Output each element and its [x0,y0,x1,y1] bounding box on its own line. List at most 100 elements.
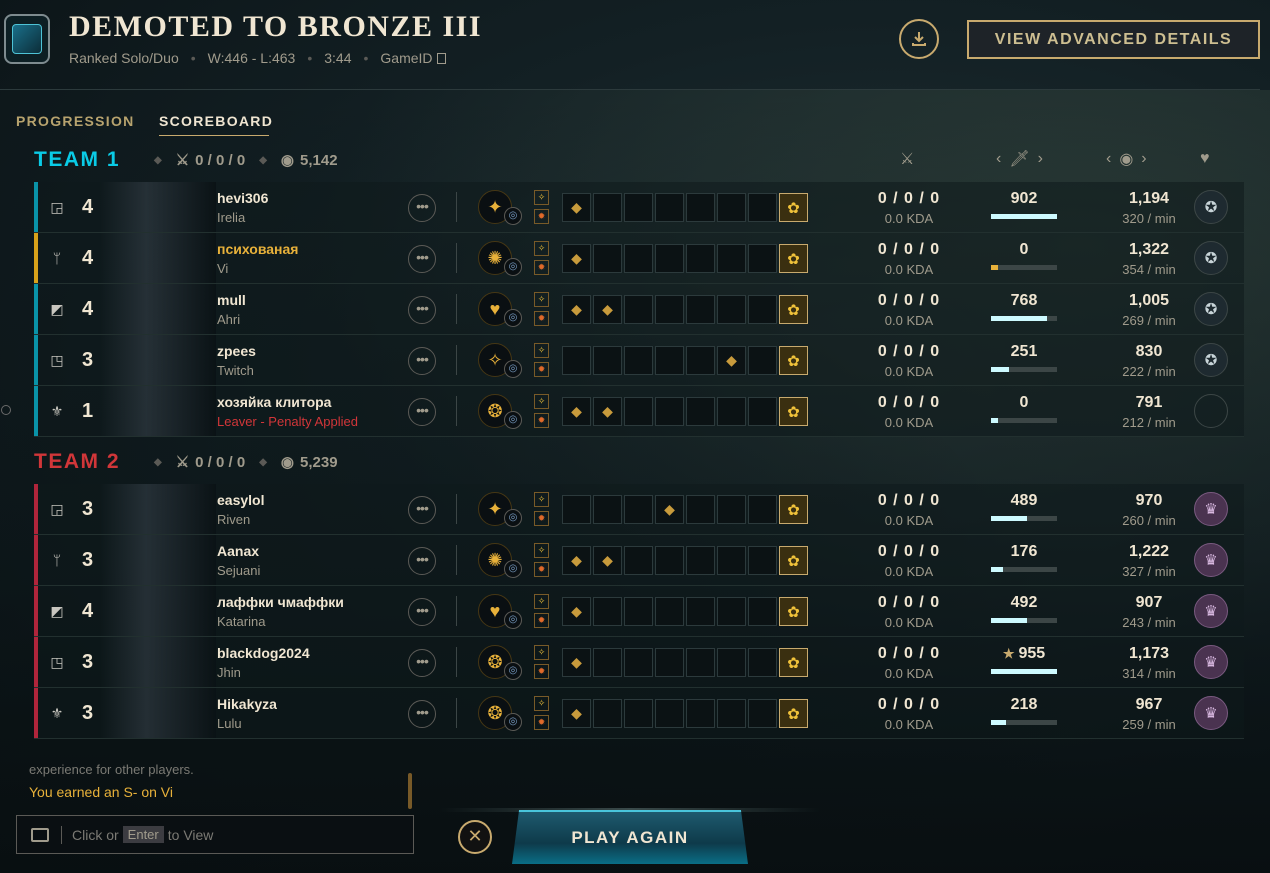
item-slot[interactable]: ◆ [562,193,591,222]
trinket-slot[interactable]: ✿ [779,295,808,324]
honor-empty-slot[interactable] [1194,394,1228,428]
item-slot[interactable] [624,346,653,375]
player-row[interactable]: ⚜ 3 Hikakyza Lulu ••• ❂ ◎ ✧ ✹ ◆ ✿ 0 / 0 / 0 0.0 KDA 2… [34,688,1244,739]
item-slot[interactable] [748,495,777,524]
item-slot[interactable] [655,295,684,324]
view-advanced-details-button[interactable]: VIEW ADVANCED DETAILS [967,20,1260,59]
trinket-slot[interactable]: ✿ [779,546,808,575]
item-slot[interactable] [686,346,715,375]
more-options-button[interactable]: ••• [408,496,436,524]
trinket-slot[interactable]: ✿ [779,597,808,626]
chevron-right-icon[interactable]: › [1038,150,1043,168]
more-options-button[interactable]: ••• [408,398,436,426]
item-slot[interactable]: ◆ [593,397,622,426]
item-slot[interactable] [686,295,715,324]
honor-icon[interactable]: ✪ [1194,343,1228,377]
honor-icon[interactable]: ✪ [1194,241,1228,275]
chevron-right-icon[interactable]: › [1141,150,1146,168]
item-slot[interactable] [686,397,715,426]
trinket-slot[interactable]: ✿ [779,495,808,524]
chevron-left-icon[interactable]: ‹ [1106,150,1111,168]
chevron-left-icon[interactable]: ‹ [996,150,1001,168]
player-row[interactable]: ᛘ 4 психованая Vi ••• ✺ ◎ ✧ ✹ ◆ ✿ 0 / 0 / 0 0.0 KDA 0… [34,233,1244,284]
item-slot[interactable] [562,346,591,375]
item-slot[interactable] [624,546,653,575]
item-slot[interactable] [593,346,622,375]
play-again-button[interactable]: PLAY AGAIN [512,810,748,864]
item-slot[interactable] [655,546,684,575]
item-slot[interactable] [717,495,746,524]
summoner-name[interactable]: Hikakyza [217,696,277,712]
item-slot[interactable] [624,648,653,677]
item-slot[interactable]: ◆ [562,597,591,626]
player-row[interactable]: ◲ 4 hevi306 Irelia ••• ✦ ◎ ✧ ✹ ◆ ✿ 0 / 0 / 0 0.0 KDA… [34,182,1244,233]
item-slot[interactable] [686,495,715,524]
item-slot[interactable] [748,244,777,273]
item-slot[interactable] [686,546,715,575]
item-slot[interactable]: ◆ [562,295,591,324]
item-slot[interactable] [748,546,777,575]
item-slot[interactable] [717,295,746,324]
item-slot[interactable] [748,346,777,375]
gold-column-header[interactable]: ‹ ◉ › [1106,148,1147,170]
item-slot[interactable] [655,244,684,273]
item-slot[interactable] [624,597,653,626]
player-row[interactable]: ᛘ 3 Aanax Sejuani ••• ✺ ◎ ✧ ✹ ◆ ◆ ✿ 0 / 0 / 0 0.0 KDA… [34,535,1244,586]
more-options-button[interactable]: ••• [408,245,436,273]
trinket-slot[interactable]: ✿ [779,244,808,273]
item-slot[interactable]: ◆ [562,648,591,677]
summoner-name[interactable]: хозяйка клитора [217,394,331,410]
item-slot[interactable]: ◆ [655,495,684,524]
honor-icon[interactable]: ♛ [1194,492,1228,526]
item-slot[interactable] [717,699,746,728]
more-options-button[interactable]: ••• [408,347,436,375]
chat-scrollbar[interactable] [408,773,412,809]
player-row[interactable]: ⚜ 1 хозяйка клитора Leaver - Penalty Applie… [1,386,1244,437]
player-row[interactable]: ◩ 4 лаффки чмаффки Katarina ••• ♥ ◎ ✧ ✹ ◆ ✿ 0 / 0 /… [34,586,1244,637]
item-slot[interactable] [593,244,622,273]
trinket-slot[interactable]: ✿ [779,699,808,728]
honor-icon[interactable]: ♛ [1194,594,1228,628]
item-slot[interactable]: ◆ [717,346,746,375]
honor-icon[interactable]: ♛ [1194,645,1228,679]
tab-progression[interactable]: PROGRESSION [16,113,135,129]
item-slot[interactable] [748,397,777,426]
honor-icon[interactable]: ✪ [1194,190,1228,224]
item-slot[interactable] [686,244,715,273]
player-row[interactable]: ◲ 3 easylol Riven ••• ✦ ◎ ✧ ✹ ◆ ✿ 0 / 0 / 0 0.0 KDA 4… [34,484,1244,535]
item-slot[interactable] [686,193,715,222]
damage-column-header[interactable]: ‹ 🗡 › [996,148,1043,170]
item-slot[interactable] [686,597,715,626]
item-slot[interactable] [717,244,746,273]
item-slot[interactable] [686,648,715,677]
item-slot[interactable] [748,295,777,324]
item-slot[interactable] [655,648,684,677]
summoner-name[interactable]: hevi306 [217,190,268,206]
item-slot[interactable] [655,193,684,222]
honor-icon[interactable]: ♛ [1194,696,1228,730]
more-options-button[interactable]: ••• [408,649,436,677]
download-button[interactable] [899,19,939,59]
item-slot[interactable] [717,648,746,677]
player-row[interactable]: ◳ 3 zpees Twitch ••• ✧ ◎ ✧ ✹ ◆ ✿ 0 / 0 / 0 0.0 KDA 25… [34,335,1244,386]
item-slot[interactable] [655,346,684,375]
item-slot[interactable] [624,699,653,728]
more-options-button[interactable]: ••• [408,194,436,222]
more-options-button[interactable]: ••• [408,296,436,324]
item-slot[interactable]: ◆ [562,699,591,728]
tab-scoreboard[interactable]: SCOREBOARD [159,113,273,129]
trinket-slot[interactable]: ✿ [779,193,808,222]
item-slot[interactable] [624,495,653,524]
honor-icon[interactable]: ✪ [1194,292,1228,326]
trinket-slot[interactable]: ✿ [779,346,808,375]
item-slot[interactable]: ◆ [562,546,591,575]
item-slot[interactable] [593,193,622,222]
item-slot[interactable] [624,397,653,426]
summoner-name[interactable]: лаффки чмаффки [217,594,344,610]
item-slot[interactable]: ◆ [593,546,622,575]
item-slot[interactable] [748,597,777,626]
item-slot[interactable] [624,295,653,324]
item-slot[interactable] [748,648,777,677]
item-slot[interactable] [717,397,746,426]
summoner-name[interactable]: mull [217,292,246,308]
